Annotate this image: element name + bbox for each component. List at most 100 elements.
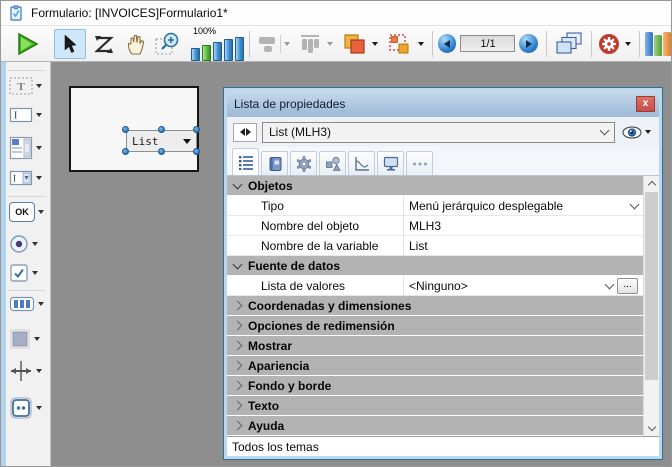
level-tool-button[interactable] (340, 29, 369, 59)
list-box-tool-dropdown-arrow[interactable] (36, 146, 42, 150)
checkbox-tool[interactable] (9, 263, 38, 283)
splitter-tool-dropdown-arrow[interactable] (36, 369, 42, 373)
display-views-button[interactable] (552, 29, 585, 59)
button-grid-tool-dropdown-arrow[interactable] (38, 302, 44, 306)
checkbox-tool-dropdown-arrow[interactable] (32, 271, 38, 275)
entry-order-tool-button[interactable] (89, 29, 120, 59)
distribute-dropdown-arrow[interactable] (327, 42, 333, 46)
selection-handle-bottom-left[interactable] (122, 148, 129, 155)
distribute-icon (298, 33, 322, 55)
section-label: Mostrar (248, 339, 292, 353)
zoom-level-control[interactable]: 100% (191, 27, 244, 61)
object-tool-palette: T I I OK (1, 62, 51, 466)
badge-button[interactable] (596, 29, 622, 59)
property-value-dropdown[interactable]: Menú jerárquico desplegable (403, 196, 643, 215)
checkbox-tool-icon (9, 263, 29, 283)
property-theme-tabs (227, 147, 659, 176)
align-tool-button[interactable] (255, 29, 281, 59)
sidebar-separator (8, 290, 45, 291)
chevron-up-icon (647, 181, 655, 189)
close-button[interactable]: x (636, 96, 655, 112)
tab-shapes[interactable] (319, 151, 346, 175)
property-list-panel: Lista de propiedades x List (MLH3) (223, 87, 663, 460)
distribute-tool-button[interactable] (296, 29, 323, 59)
badge-dropdown-arrow[interactable] (625, 42, 631, 46)
property-value: List (409, 239, 428, 253)
combo-box-tool-dropdown-arrow[interactable] (36, 176, 42, 180)
main-toolbar: 100% 1/1 (1, 26, 671, 62)
align-dropdown-arrow[interactable] (284, 42, 290, 46)
section-header-coordenadas[interactable]: Coordenadas y dimensiones (227, 296, 643, 316)
move-tool-button[interactable] (120, 29, 151, 59)
duplicate-dropdown-arrow[interactable] (418, 42, 424, 46)
radio-button-tool-dropdown-arrow[interactable] (32, 242, 38, 246)
theme-filter-footer[interactable]: Todos los temas (227, 436, 659, 456)
selection-tool-button[interactable] (54, 29, 85, 59)
form-canvas[interactable]: List (69, 86, 199, 172)
zoom-tool-button[interactable] (152, 29, 185, 59)
chevron-collapsed-icon (233, 321, 243, 331)
text-tool-dropdown-arrow[interactable] (36, 84, 42, 88)
property-value-field[interactable]: List (403, 236, 643, 255)
text-tool[interactable]: T (9, 76, 42, 96)
object-selector-combo[interactable]: List (MLH3) (262, 122, 615, 143)
duplicate-tool-button[interactable] (385, 29, 414, 59)
property-value-field[interactable]: MLH3 (403, 216, 643, 235)
input-tool-dropdown-arrow[interactable] (36, 113, 42, 117)
selection-handle-bottom-right[interactable] (193, 148, 200, 155)
chevron-collapsed-icon (233, 341, 243, 351)
selection-handle-top-left[interactable] (122, 126, 129, 133)
section-header-apariencia[interactable]: Apariencia (227, 356, 643, 376)
property-scrollbar[interactable] (643, 176, 659, 436)
scroll-up-button[interactable] (644, 176, 659, 191)
section-header-opciones-redimension[interactable]: Opciones de redimensión (227, 316, 643, 336)
input-tool[interactable]: I (9, 106, 42, 124)
section-header-ayuda[interactable]: Ayuda (227, 416, 643, 436)
page-next-button[interactable] (519, 34, 538, 53)
scroll-down-button[interactable] (644, 421, 659, 436)
chevron-collapsed-icon (233, 401, 243, 411)
rectangle-tool[interactable] (9, 328, 40, 350)
selection-handle-top-center[interactable] (158, 126, 165, 133)
section-header-mostrar[interactable]: Mostrar (227, 336, 643, 356)
level-dropdown-arrow[interactable] (372, 42, 378, 46)
property-panel-title: Lista de propiedades (234, 97, 345, 111)
radio-button-tool[interactable] (9, 234, 38, 254)
button-tool[interactable]: OK (9, 202, 44, 222)
section-header-texto[interactable]: Texto (227, 396, 643, 416)
scrollbar-thumb[interactable] (645, 192, 658, 380)
run-button[interactable] (7, 29, 46, 59)
object-navigator-row: List (MLH3) (227, 117, 659, 147)
page-prev-button[interactable] (438, 34, 457, 53)
button-grid-tool[interactable] (9, 296, 44, 312)
button-tool-dropdown-arrow[interactable] (38, 210, 44, 214)
tab-display[interactable] (377, 151, 404, 175)
tab-book[interactable] (261, 151, 288, 175)
combo-box-tool-icon: I (9, 170, 33, 186)
view-options-dropdown-arrow (645, 130, 651, 134)
toolbar-separator (432, 31, 433, 57)
view-options-button[interactable] (620, 126, 653, 139)
tab-more[interactable] (406, 151, 433, 175)
section-header-fuente-de-datos[interactable]: Fuente de datos (227, 256, 643, 276)
tab-gear[interactable] (290, 151, 317, 175)
section-header-fondo-y-borde[interactable]: Fondo y borde (227, 376, 643, 396)
combo-box-tool[interactable]: I (9, 170, 42, 186)
tab-property-list[interactable] (232, 148, 259, 175)
chevron-down-icon (605, 279, 615, 289)
plugin-area-tool-dropdown-arrow[interactable] (36, 406, 42, 410)
library-button[interactable] (645, 32, 671, 56)
section-header-objetos[interactable]: Objetos (227, 176, 643, 196)
property-label: Nombre de la variable (227, 236, 403, 255)
rectangle-tool-dropdown-arrow[interactable] (34, 337, 40, 341)
plugin-area-tool[interactable] (9, 396, 42, 420)
property-value: MLH3 (409, 219, 441, 233)
tab-chart[interactable] (348, 151, 375, 175)
property-value-dropdown[interactable]: <Ninguno> ... (403, 276, 643, 295)
list-box-tool[interactable] (9, 136, 42, 160)
object-prev-next-button[interactable] (233, 123, 257, 142)
splitter-tool[interactable] (9, 359, 42, 383)
ellipsis-button[interactable]: ... (617, 278, 638, 294)
selection-handle-bottom-center[interactable] (158, 148, 165, 155)
selection-handle-top-right[interactable] (193, 126, 200, 133)
